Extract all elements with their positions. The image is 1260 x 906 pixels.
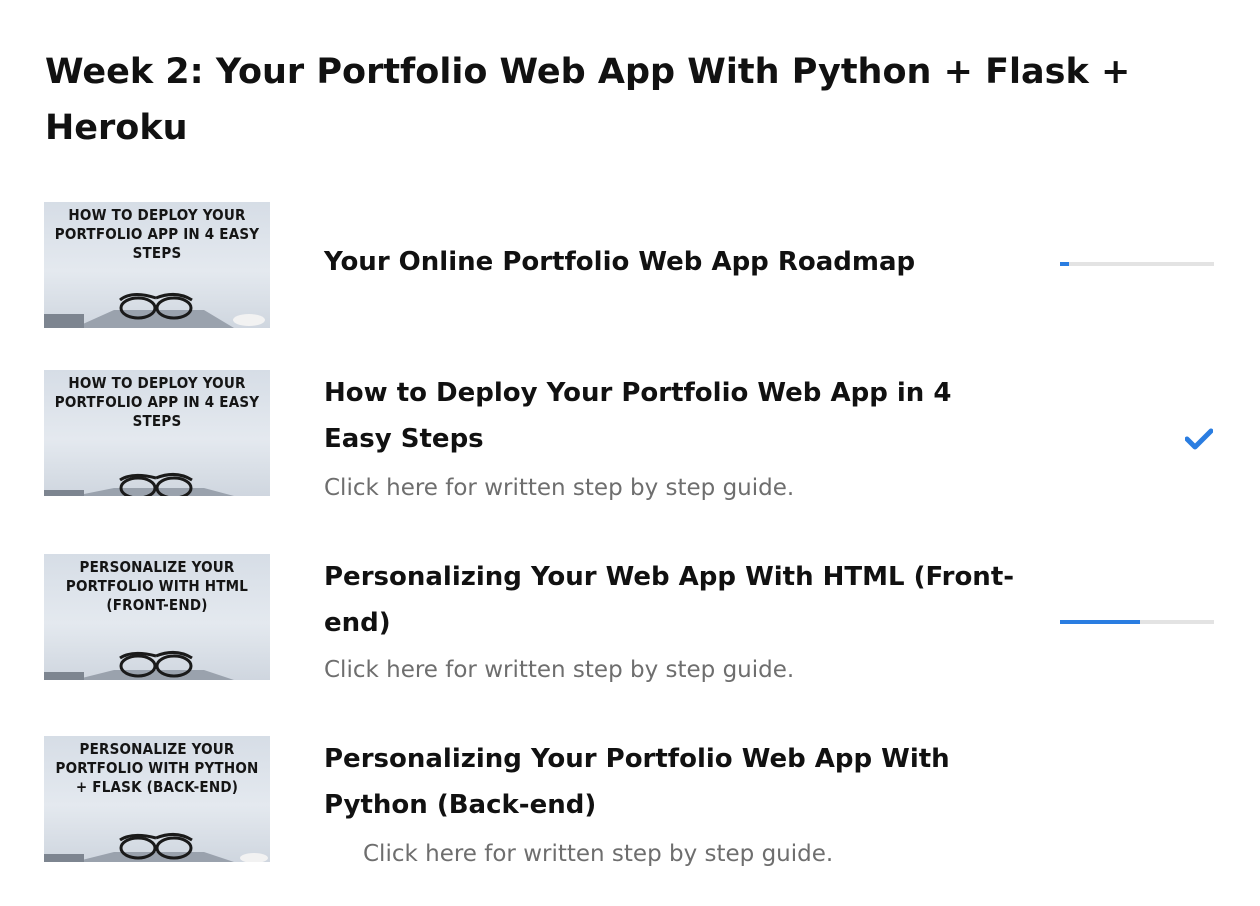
glasses-on-desk-illustration [44,293,265,328]
lesson-title[interactable]: How to Deploy Your Portfolio Web App in … [324,370,1024,462]
lesson-title[interactable]: Personalizing Your Portfolio Web App Wit… [324,736,1024,828]
lesson-progress-bar [1060,262,1214,266]
lesson-item[interactable]: Personalize Your Portfolio with Python +… [44,736,1224,876]
lesson-title[interactable]: Your Online Portfolio Web App Roadmap [324,239,1024,285]
lesson-title[interactable]: Personalizing Your Web App With HTML (Fr… [324,554,1024,646]
lesson-thumbnail[interactable]: Personalize Your Portfolio with HTML (Fr… [44,554,270,680]
lesson-item[interactable]: Personalize Your Portfolio with HTML (Fr… [44,554,1224,694]
written-guide-link[interactable]: Click here for written step by step guid… [324,472,794,504]
check-icon [1185,428,1213,450]
lesson-progress-fill [1060,620,1141,624]
glasses-on-desk-illustration [44,833,268,862]
lesson-item[interactable]: How to Deploy Your Portfolio App in 4 Ea… [44,370,1224,510]
section-title: Week 2: Your Portfolio Web App With Pyth… [45,52,1131,148]
written-guide-link[interactable]: Click here for written step by step guid… [363,838,833,870]
glasses-on-desk-illustration [44,473,234,496]
glasses-on-desk-illustration [44,651,234,680]
lesson-thumbnail[interactable]: Personalize Your Portfolio with Python +… [44,736,270,862]
written-guide-link[interactable]: Click here for written step by step guid… [324,654,794,686]
lesson-progress-bar [1060,620,1214,624]
lesson-item[interactable]: How to Deploy Your Portfolio App in 4 Ea… [44,202,1224,328]
lesson-thumbnail[interactable]: How to Deploy Your Portfolio App in 4 Ea… [44,370,270,496]
lesson-thumbnail[interactable]: How to Deploy Your Portfolio App in 4 Ea… [44,202,270,328]
lesson-progress-fill [1060,262,1070,266]
